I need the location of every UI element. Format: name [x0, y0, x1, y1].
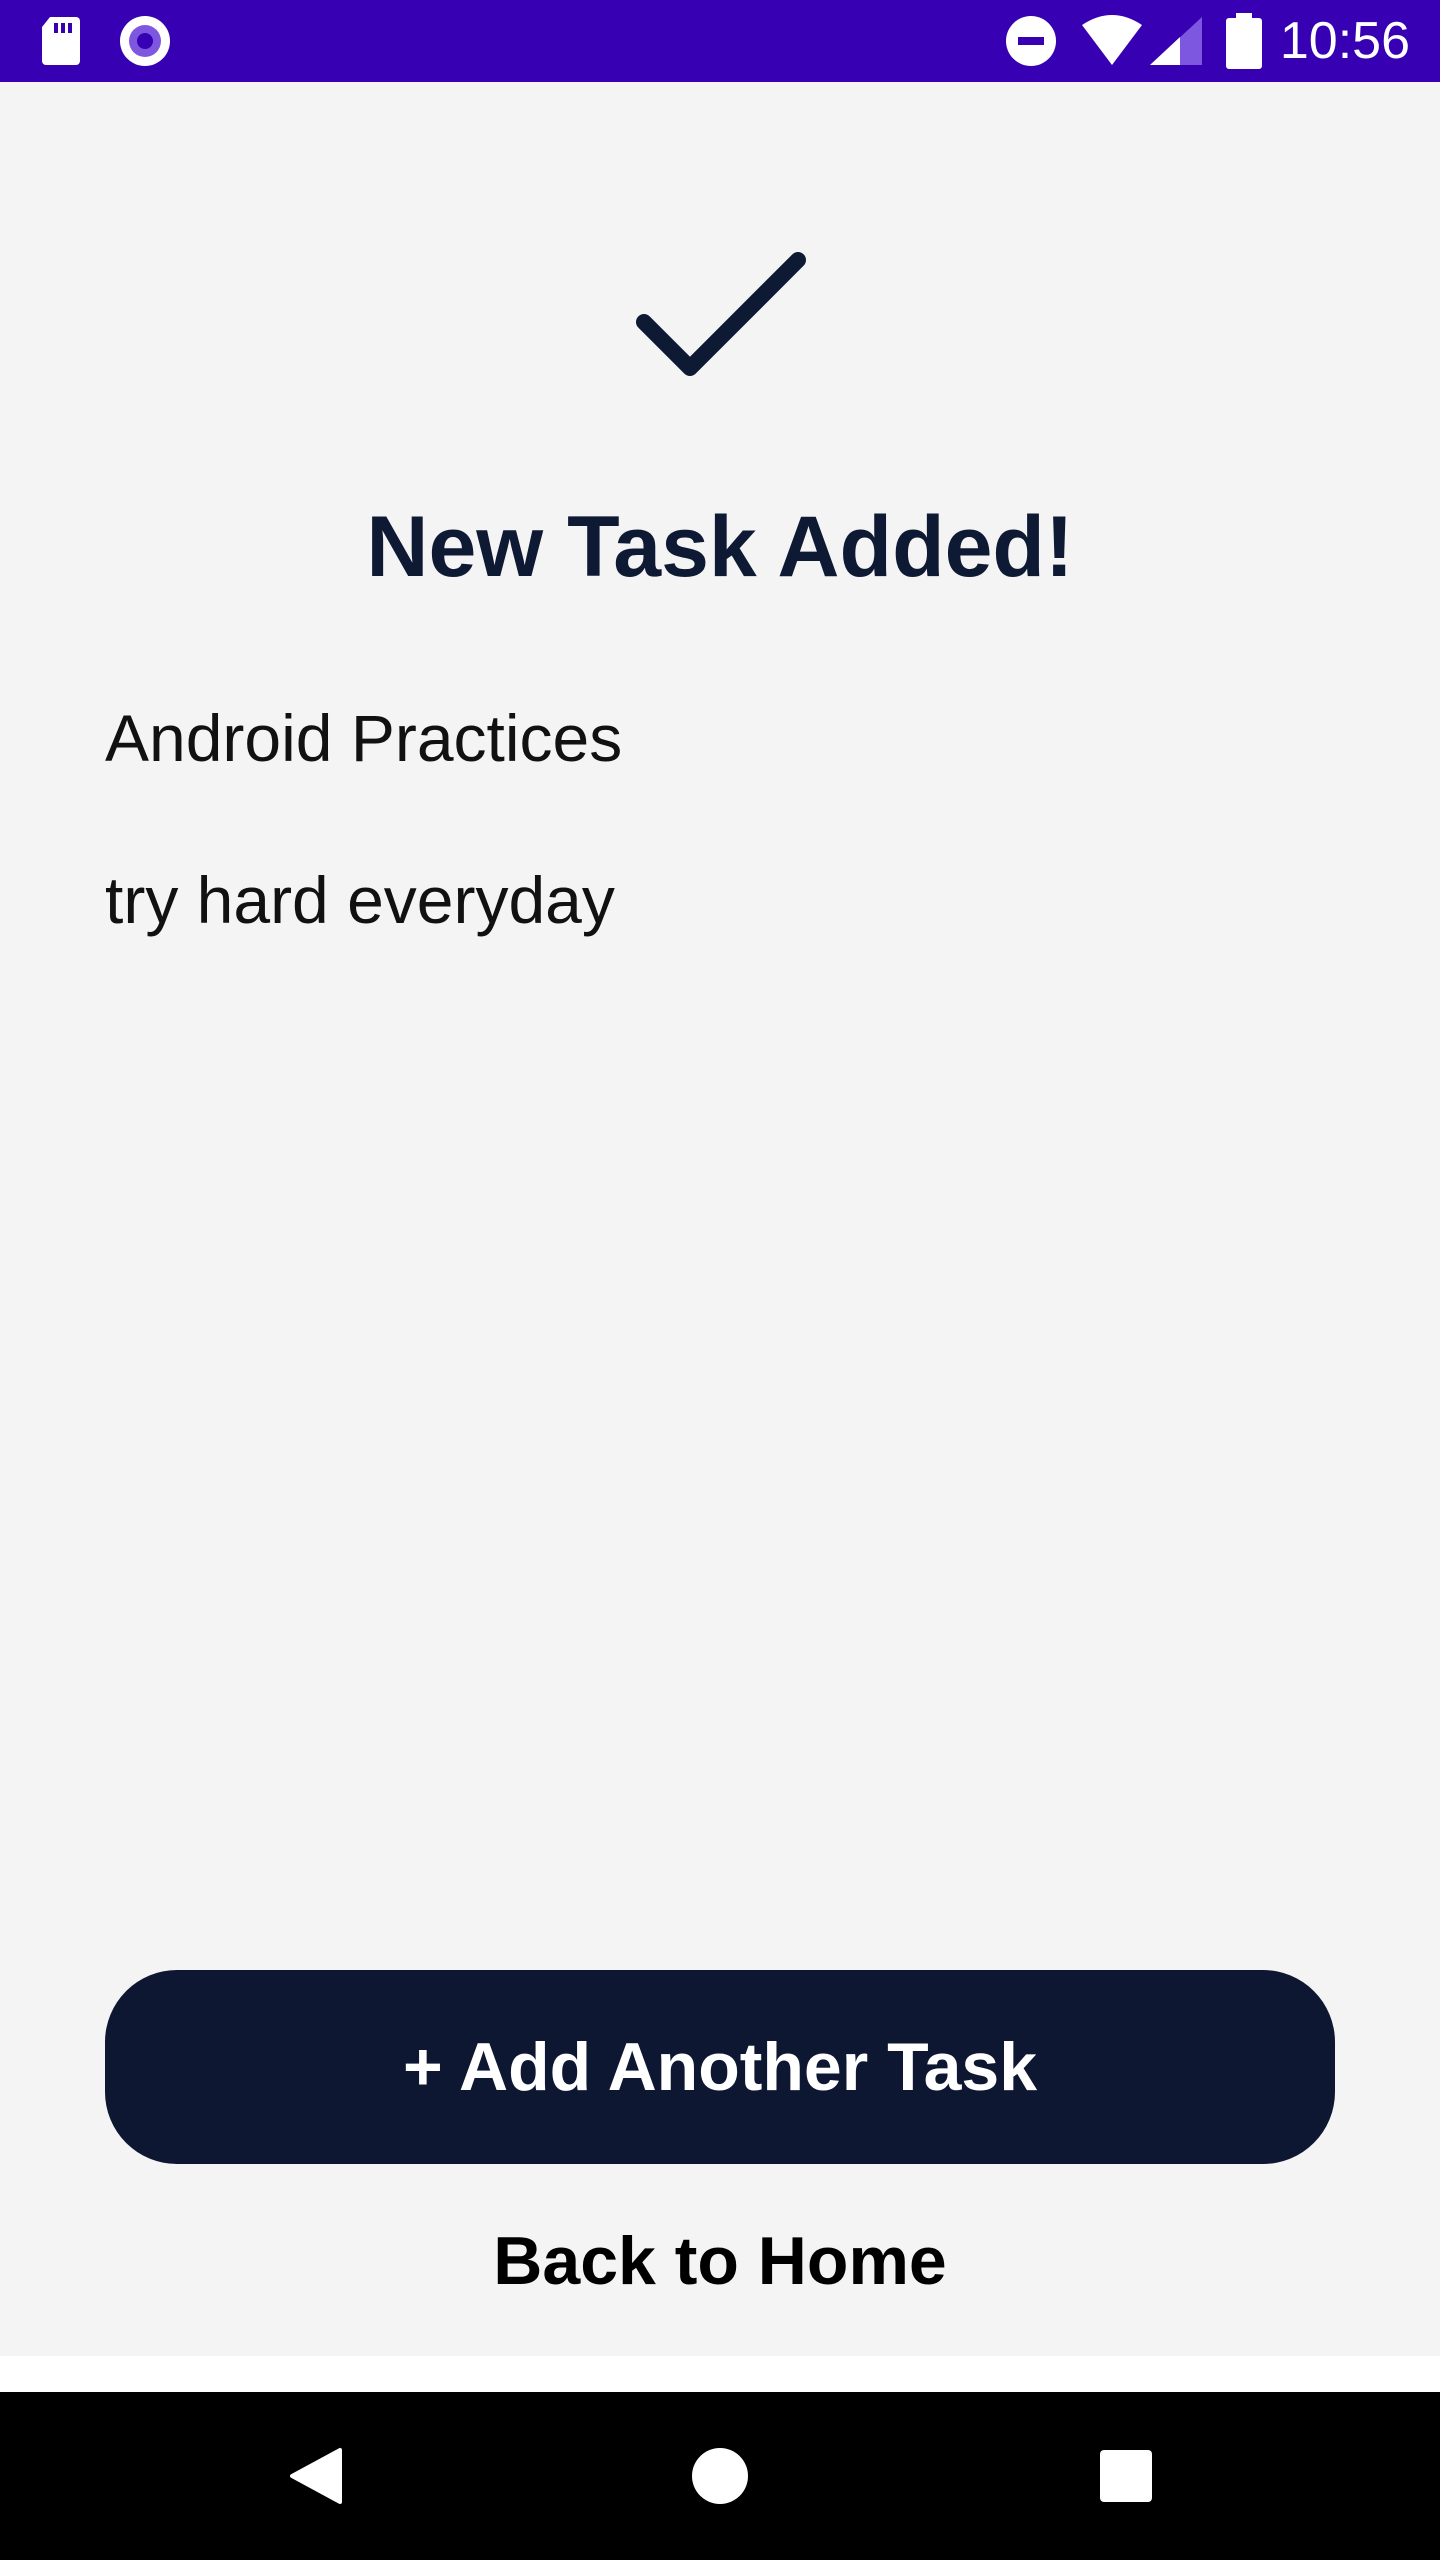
recents-icon[interactable]: [1066, 2392, 1186, 2560]
wifi-icon: [1080, 0, 1144, 82]
page-title: New Task Added!: [366, 499, 1074, 595]
back-to-home-button[interactable]: Back to Home: [0, 2222, 1440, 2300]
battery-icon: [1226, 0, 1262, 82]
cell-signal-icon: [1148, 0, 1204, 82]
home-icon[interactable]: [660, 2392, 780, 2560]
sd-card-icon: [40, 0, 82, 82]
task-description: try hard everyday: [105, 863, 615, 937]
checkmark-icon: [620, 230, 820, 390]
record-icon: [118, 0, 172, 82]
screen: 10:56 New Task Added! Android Practices …: [0, 0, 1440, 2560]
status-time: 10:56: [1279, 12, 1410, 70]
status-bar: 10:56: [0, 0, 1440, 82]
navigation-bar: [0, 2392, 1440, 2560]
do-not-disturb-icon: [1004, 0, 1058, 82]
add-another-task-button[interactable]: + Add Another Task: [105, 1970, 1335, 2164]
back-icon[interactable]: [256, 2392, 376, 2560]
task-name: Android Practices: [105, 701, 623, 775]
bottom-divider: [0, 2356, 1440, 2392]
